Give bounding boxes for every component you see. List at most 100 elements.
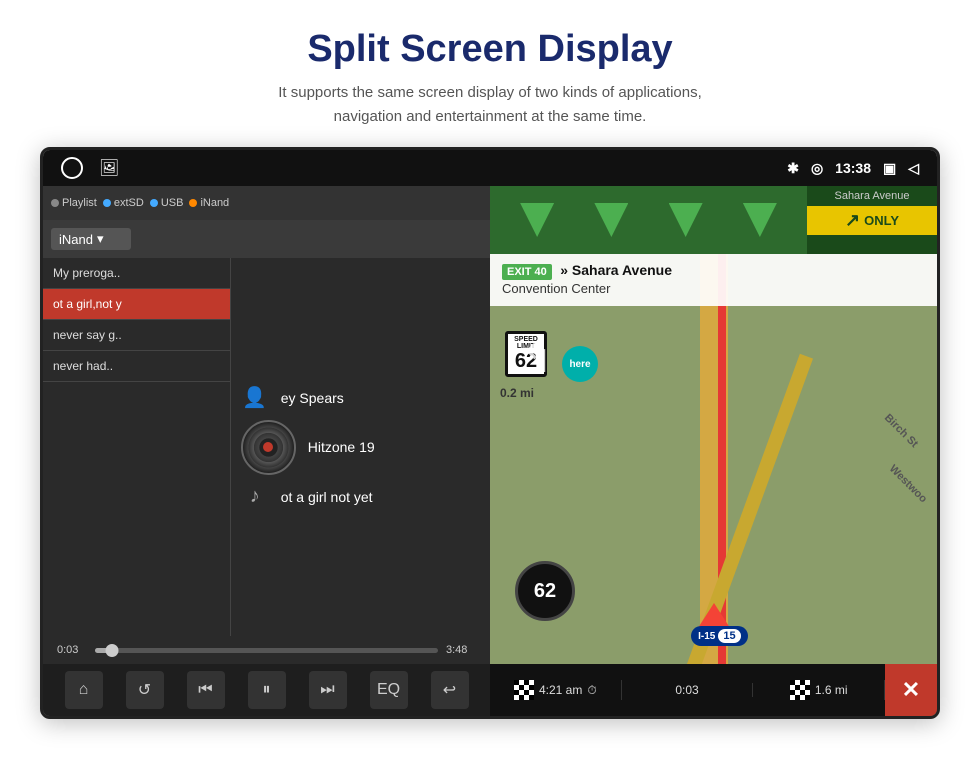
back-icon: ◁ (908, 160, 919, 177)
next-button[interactable]: ⏭ (309, 671, 347, 709)
eta-value: 4:21 am (539, 683, 582, 697)
back-icon: ↩ (443, 680, 456, 700)
checkered-flag-icon-2 (790, 680, 810, 700)
prev-button[interactable]: ⏮ (187, 671, 225, 709)
progress-bar[interactable] (95, 648, 438, 653)
tab-dot-extsd (103, 199, 111, 207)
interstate-label: I-15 (698, 631, 715, 642)
status-bar-left: 🖼 (61, 157, 119, 179)
nav-arrow-3 (669, 203, 703, 237)
eq-label: EQ (377, 681, 400, 699)
progress-area: 0:03 3:48 (43, 636, 490, 664)
nav-panel: Birch St Westwoo Sahara Avenue ↗ ONLY (490, 186, 937, 716)
main-area: Playlist extSD USB iNand iNand (43, 186, 937, 716)
list-item[interactable]: My preroga.. (43, 258, 230, 289)
tab-extsd-label: extSD (114, 197, 144, 209)
music-panel: Playlist extSD USB iNand iNand (43, 186, 490, 716)
exit-street: » (560, 262, 572, 278)
source-dropdown-row: iNand ▾ (43, 220, 490, 258)
album-row: Hitzone 19 (241, 420, 480, 475)
interstate-badge: I-15 15 (691, 626, 747, 646)
list-item[interactable]: ot a girl,not y (43, 289, 230, 320)
distance-item: 1.6 mi (753, 680, 885, 700)
tab-usb[interactable]: USB (150, 197, 184, 209)
now-playing: 👤 ey Spears Hitzone 19 ♪ ot a girl not y… (231, 258, 490, 636)
next-icon: ⏭ (320, 681, 334, 699)
home-button[interactable]: ⌂ (65, 671, 103, 709)
source-tabs: Playlist extSD USB iNand (43, 186, 490, 220)
playlist-list: My preroga.. ot a girl,not y never say g… (43, 258, 231, 636)
tab-extsd[interactable]: extSD (103, 197, 144, 209)
distance-to-turn: 0.2 mi (500, 386, 534, 400)
only-badge: ↗ ONLY (807, 206, 937, 235)
current-time: 0:03 (57, 644, 87, 656)
album-name: Hitzone 19 (308, 439, 375, 455)
image-icon: 🖼 (99, 158, 119, 178)
progress-thumb[interactable] (106, 644, 119, 657)
tab-dot-inand (189, 199, 197, 207)
controls-bar: ⌂ ↺ ⏮ ⏸ ⏭ EQ ↩ (43, 664, 490, 716)
here-logo: here (562, 346, 598, 382)
eq-button[interactable]: EQ (370, 671, 408, 709)
tab-inand-label: iNand (200, 197, 229, 209)
nav-arrow-2 (594, 203, 628, 237)
track-row: ♪ ot a girl not yet (241, 483, 480, 511)
exit-street-name: Sahara Avenue (572, 262, 672, 278)
nav-arrow-1 (520, 203, 554, 237)
vinyl-disc (241, 420, 296, 475)
clock: 13:38 (835, 160, 871, 176)
list-item[interactable]: never had.. (43, 351, 230, 382)
tab-usb-label: USB (161, 197, 184, 209)
only-label: ONLY (864, 213, 899, 228)
artist-row: 👤 ey Spears (241, 384, 480, 412)
elapsed-item: 0:03 (622, 683, 754, 697)
page-title: Split Screen Display (80, 28, 900, 71)
route-distance: 1.6 mi (815, 683, 848, 697)
nav-close-button[interactable]: ✕ (885, 664, 937, 716)
exit-info-bar: EXIT 40 » Sahara Avenue Convention Cente… (490, 254, 937, 306)
person-icon: 👤 (241, 384, 269, 412)
tab-dot-playlist (51, 199, 59, 207)
music-note-icon: ♪ (241, 483, 269, 511)
source-dropdown-label: iNand (59, 232, 93, 247)
chevron-down-icon: ▾ (97, 231, 104, 247)
exit-badge: EXIT 40 (502, 264, 552, 280)
circle-icon (61, 157, 83, 179)
artist-name: ey Spears (281, 390, 344, 406)
close-icon: ✕ (902, 677, 920, 703)
nav-bottom-bar: 4:21 am ⏱ 0:03 1.6 mi ✕ (490, 664, 937, 716)
clock-icon: ⏱ (587, 683, 596, 698)
speed-value: 62 (534, 580, 556, 603)
bluetooth-icon: ✱ (787, 160, 799, 177)
device-frame: 🖼 ✱ ◎ 13:38 ▣ ◁ Playlist extSD (40, 147, 940, 719)
pause-button[interactable]: ⏸ (248, 671, 286, 709)
total-time: 3:48 (446, 644, 476, 656)
source-dropdown[interactable]: iNand ▾ (51, 228, 131, 250)
nav-banner: Sahara Avenue ↗ ONLY (490, 186, 937, 254)
street-name-top: Sahara Avenue (807, 186, 937, 206)
nav-banner-right: Sahara Avenue ↗ ONLY (807, 186, 937, 254)
tab-playlist[interactable]: Playlist (51, 197, 97, 209)
home-icon: ⌂ (79, 681, 89, 699)
repeat-button[interactable]: ↺ (126, 671, 164, 709)
pause-icon: ⏸ (262, 681, 270, 699)
only-arrow-icon: ↗ (845, 210, 860, 231)
status-bar-right: ✱ ◎ 13:38 ▣ ◁ (787, 160, 919, 177)
eta-item: 4:21 am ⏱ (490, 680, 622, 700)
exit-venue: Convention Center (502, 281, 610, 296)
location-icon: ◎ (811, 160, 823, 177)
prev-icon: ⏮ (198, 681, 212, 699)
nav-arrows (490, 186, 807, 254)
tab-dot-usb (150, 199, 158, 207)
list-item[interactable]: never say g.. (43, 320, 230, 351)
playlist-area: My preroga.. ot a girl,not y never say g… (43, 258, 490, 636)
current-speed: 62 (515, 561, 575, 621)
track-name: ot a girl not yet (281, 489, 373, 505)
vinyl-center (263, 442, 273, 452)
elapsed-value: 0:03 (675, 683, 698, 697)
tab-inand[interactable]: iNand (189, 197, 229, 209)
checkered-flag-icon (514, 680, 534, 700)
back-button[interactable]: ↩ (431, 671, 469, 709)
turn-indicator: ↰ (520, 336, 554, 382)
repeat-icon: ↺ (138, 680, 151, 700)
